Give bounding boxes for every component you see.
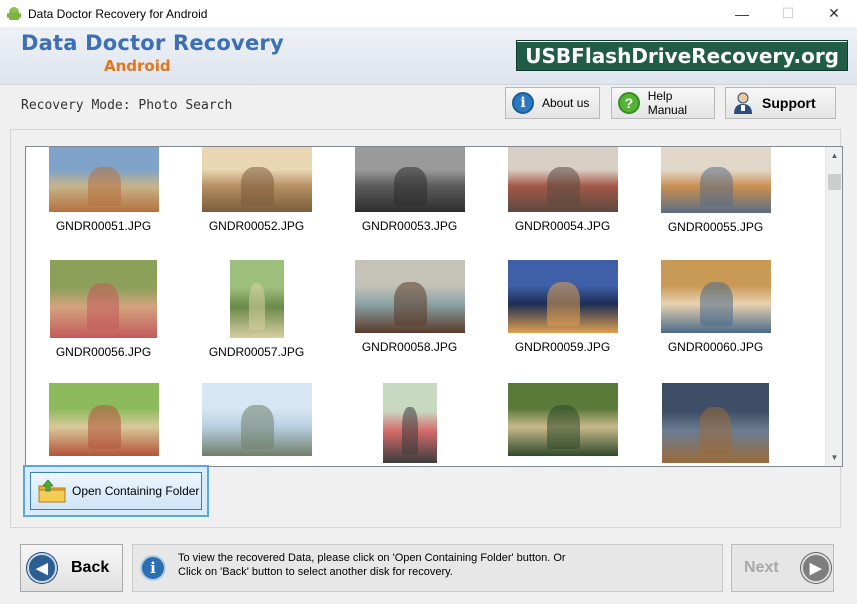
- photo-thumbnail-item[interactable]: GNDR00055.JPG: [639, 147, 792, 234]
- photo-filename: GNDR00057.JPG: [208, 345, 305, 359]
- photo-thumbnail-image[interactable]: [48, 383, 159, 456]
- photo-filename: GNDR00055.JPG: [667, 220, 764, 234]
- photo-filename: GNDR00053.JPG: [361, 219, 458, 233]
- photo-thumbnail-item[interactable]: GNDR00060.JPG: [639, 260, 792, 354]
- photo-thumbnail-item[interactable]: GNDR00054.JPG: [486, 147, 639, 233]
- photo-thumbnail-image[interactable]: [48, 147, 159, 212]
- title-bar: Data Doctor Recovery for Android — ☐ ✕: [0, 0, 857, 27]
- photo-thumbnail-item[interactable]: GNDR00051.JPG: [27, 147, 180, 233]
- footer-bar: ◀ Back i To view the recovered Data, ple…: [0, 536, 857, 604]
- back-button[interactable]: ◀ Back: [20, 544, 123, 592]
- photo-thumbnail-item[interactable]: [333, 383, 486, 463]
- photo-thumbnail-image[interactable]: [660, 147, 771, 213]
- android-app-icon: [7, 6, 21, 20]
- photo-filename: GNDR00059.JPG: [514, 340, 611, 354]
- info-icon: i: [140, 555, 166, 581]
- photo-thumbnail-image[interactable]: [354, 260, 465, 333]
- scrollbar-thumb[interactable]: [828, 174, 841, 190]
- photo-thumbnail-image[interactable]: [507, 147, 618, 212]
- info-message: To view the recovered Data, please click…: [178, 551, 718, 579]
- photo-thumbnail-image[interactable]: [382, 383, 437, 463]
- help-icon: ?: [618, 92, 640, 114]
- open-folder-focus-ring: Open Containing Folder: [23, 465, 209, 517]
- scroll-up-icon[interactable]: ▲: [826, 147, 842, 164]
- maximize-button[interactable]: ☐: [765, 0, 811, 27]
- next-label: Next: [744, 559, 779, 576]
- info-message-box: i To view the recovered Data, please cli…: [132, 544, 723, 592]
- info-line-1: To view the recovered Data, please click…: [178, 552, 566, 564]
- open-containing-folder-button[interactable]: Open Containing Folder: [30, 472, 202, 510]
- close-button[interactable]: ✕: [811, 0, 857, 27]
- photo-thumbnail-item[interactable]: GNDR00053.JPG: [333, 147, 486, 233]
- photo-thumbnail-image[interactable]: [660, 260, 771, 333]
- photo-thumbnail-item[interactable]: [639, 383, 792, 463]
- photo-thumbnail-image[interactable]: [354, 147, 465, 212]
- photo-thumbnail-item[interactable]: GNDR00052.JPG: [180, 147, 333, 233]
- product-subtitle: Android: [104, 57, 171, 75]
- photo-thumbnail-image[interactable]: [50, 260, 157, 338]
- about-us-button[interactable]: i About us: [505, 87, 600, 119]
- photo-thumbnail-image[interactable]: [201, 147, 312, 212]
- info-line-2: Click on 'Back' button to select another…: [178, 566, 453, 578]
- scroll-down-icon[interactable]: ▼: [826, 449, 842, 466]
- about-us-label: About us: [542, 96, 590, 110]
- mode-row: Recovery Mode: Photo Search i About us ?…: [0, 85, 857, 124]
- recovery-mode-label: Recovery Mode: Photo Search: [21, 98, 233, 113]
- header-banner: Data Doctor Recovery Android USBFlashDri…: [0, 27, 857, 85]
- photo-filename: GNDR00060.JPG: [667, 340, 764, 354]
- window-title: Data Doctor Recovery for Android: [28, 6, 208, 21]
- arrow-left-icon: ◀: [27, 553, 57, 583]
- photo-thumbnail-image[interactable]: [662, 383, 769, 463]
- info-icon: i: [512, 92, 534, 114]
- folder-icon: [38, 479, 66, 503]
- photo-filename: GNDR00058.JPG: [361, 340, 458, 354]
- photo-thumbnail-item[interactable]: [27, 383, 180, 456]
- photo-thumbnail-image[interactable]: [201, 383, 312, 456]
- open-folder-label: Open Containing Folder: [72, 484, 200, 498]
- arrow-right-icon: ▶: [800, 553, 831, 583]
- back-label: Back: [71, 559, 110, 576]
- photo-filename: GNDR00052.JPG: [208, 219, 305, 233]
- support-label: Support: [762, 95, 816, 111]
- photo-thumbnail-item[interactable]: GNDR00059.JPG: [486, 260, 639, 354]
- photo-thumbnail-image[interactable]: [507, 260, 618, 333]
- help-manual-label: Help Manual: [647, 89, 688, 117]
- vertical-scrollbar[interactable]: ▲ ▼: [825, 147, 842, 466]
- photo-thumbnail-item[interactable]: [486, 383, 639, 456]
- brand-logo[interactable]: USBFlashDriveRecovery.org: [516, 40, 848, 71]
- help-manual-button[interactable]: ? Help Manual: [611, 87, 715, 119]
- photo-filename: GNDR00056.JPG: [55, 345, 152, 359]
- support-person-icon: [732, 92, 754, 114]
- support-button[interactable]: Support: [725, 87, 836, 119]
- product-name: Data Doctor Recovery: [21, 31, 284, 55]
- next-button[interactable]: Next ▶: [731, 544, 834, 592]
- photo-thumbnail-image[interactable]: [229, 260, 284, 338]
- photo-gallery[interactable]: ▲ ▼ GNDR00051.JPG GNDR00052.JPG GNDR00053.…: [25, 146, 843, 467]
- photo-thumbnail-item[interactable]: GNDR00058.JPG: [333, 260, 486, 354]
- photo-thumbnail-item[interactable]: GNDR00056.JPG: [27, 260, 180, 359]
- photo-thumbnail-item[interactable]: [180, 383, 333, 456]
- photo-thumbnail-image[interactable]: [507, 383, 618, 456]
- photo-thumbnail-item[interactable]: GNDR00057.JPG: [180, 260, 333, 359]
- photo-filename: GNDR00051.JPG: [55, 219, 152, 233]
- minimize-button[interactable]: —: [719, 0, 765, 27]
- main-panel: ▲ ▼ GNDR00051.JPG GNDR00052.JPG GNDR00053.…: [10, 129, 843, 528]
- photo-filename: GNDR00054.JPG: [514, 219, 611, 233]
